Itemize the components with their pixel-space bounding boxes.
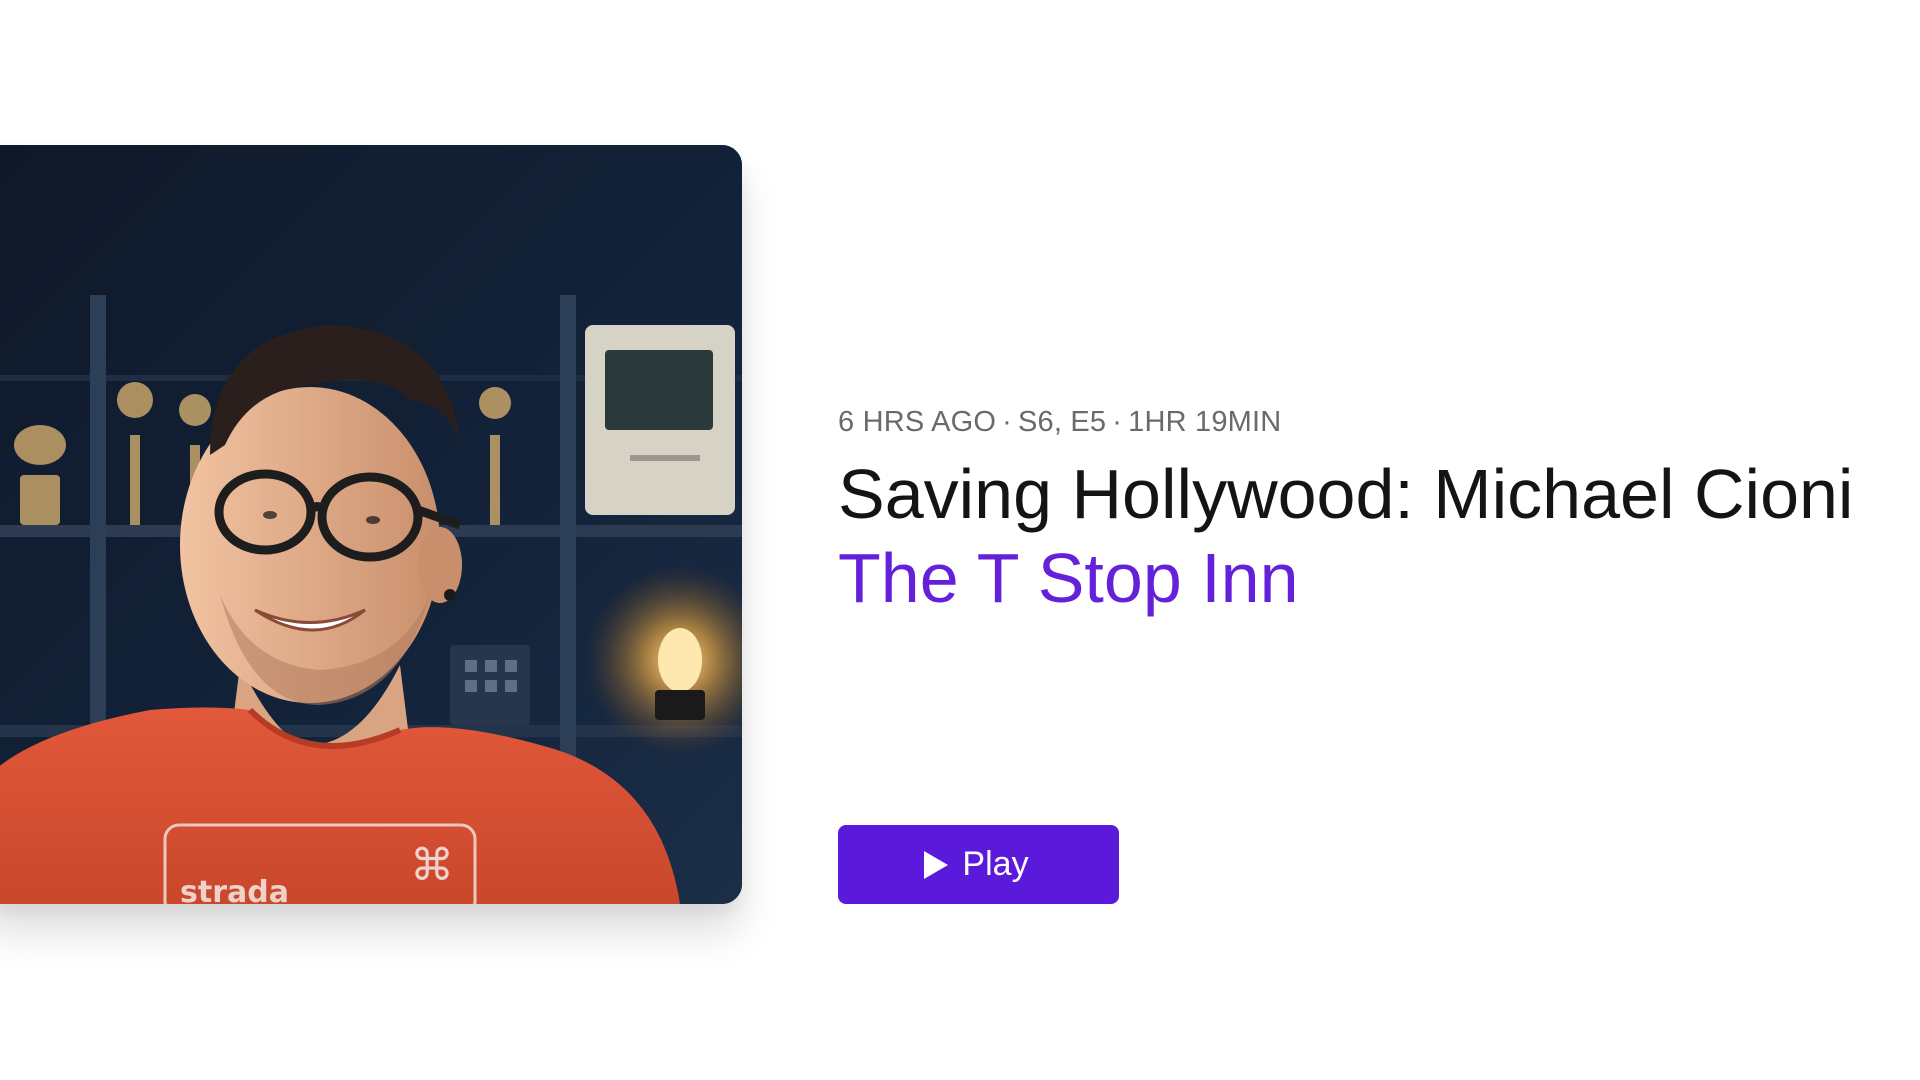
play-icon — [924, 850, 949, 879]
season-episode: S6, E5 — [1018, 406, 1107, 438]
episode-meta: 6 HRS AGO · S6, E5 · 1HR 19MIN — [838, 400, 1920, 444]
episode-title: Saving Hollywood: Michael Cioni — [838, 455, 1854, 533]
episode-artwork[interactable]: strada ⌘ — [0, 145, 742, 904]
play-button-label: Play — [962, 845, 1029, 883]
show-name-link[interactable]: The T Stop Inn — [838, 536, 1299, 620]
episode-artwork-image: strada ⌘ — [0, 145, 742, 904]
meta-separator: · — [1002, 406, 1012, 438]
artwork-shirt-text: strada — [180, 875, 289, 904]
episode-duration: 1HR 19MIN — [1128, 406, 1282, 438]
episode-info: 6 HRS AGO · S6, E5 · 1HR 19MIN Saving Hollyw… — [838, 400, 1920, 620]
published-time: 6 HRS AGO — [838, 406, 997, 438]
meta-separator: · — [1112, 406, 1123, 438]
play-button[interactable]: Play — [838, 825, 1119, 904]
svg-text:⌘: ⌘ — [410, 840, 454, 891]
episode-page: strada ⌘ 6 HRS AGO · S6, E5 · 1HR 19MIN … — [0, 0, 1920, 1080]
